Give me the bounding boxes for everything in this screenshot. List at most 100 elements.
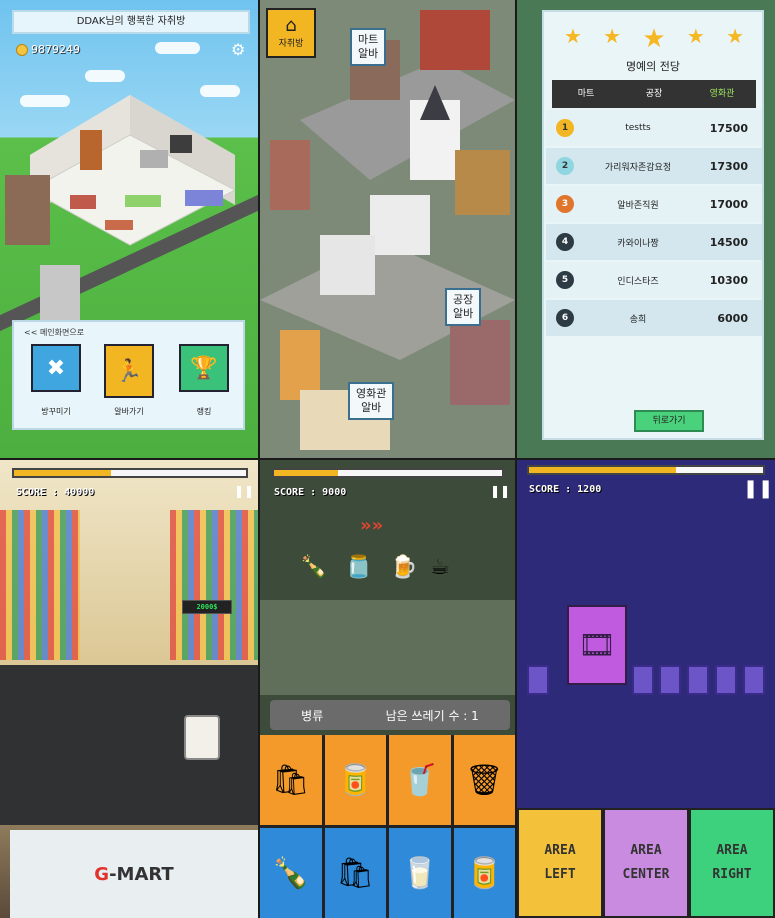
- milk-jug-bin[interactable]: 🥛: [389, 828, 451, 918]
- shelf-right: [170, 510, 258, 660]
- can-lid-bin[interactable]: 🥫: [324, 735, 386, 825]
- brand-g: G: [94, 863, 110, 885]
- rank-name: testts: [625, 123, 651, 133]
- area-label: AREA: [630, 843, 662, 858]
- remaining-count: 남은 쓰레기 수 : 1: [385, 708, 479, 723]
- menu-label: 랭킹: [196, 407, 212, 416]
- area-label: AREA: [716, 843, 748, 858]
- go-to-work-button[interactable]: 🏃 알바가기: [99, 344, 159, 417]
- pause-icon[interactable]: ❚❚: [234, 484, 254, 498]
- jar-item: 🫙: [345, 555, 373, 580]
- cup-bin[interactable]: 🥤: [389, 735, 451, 825]
- pause-icon[interactable]: ❚❚: [490, 484, 510, 498]
- coin-icon: [16, 43, 28, 56]
- cinema-game-screen: SCORE : 1200 ❚❚ 🎞 AREA LEFT AREA CENTER AR…: [517, 460, 775, 918]
- mart-game-screen: SCORE : 40000 ❚❚ 2000$ G -MART: [0, 460, 258, 918]
- factory-game-screen: SCORE : 9000 ❚❚ »» 🍾 🫙 🍺 ☕ 병류 남은 쓰레기 수 :…: [260, 460, 515, 918]
- bottle-item: 🍾: [300, 555, 328, 580]
- cinema-seat: [715, 665, 737, 695]
- room-title: DDAK님의 행복한 자취방: [12, 10, 250, 34]
- price-display: 2000$: [182, 600, 232, 614]
- cinema-seat: [527, 665, 549, 695]
- sorting-bins: 🛍 🥫 🥤 🗑 🍾 🛍 🥛 🥫: [260, 735, 515, 918]
- menu-label: 알바가기: [114, 407, 144, 416]
- shelf-left: [0, 510, 80, 660]
- brand-rest: -MART: [109, 863, 174, 885]
- gear-icon[interactable]: ⚙: [231, 40, 245, 59]
- rank-badge: 1: [556, 119, 574, 137]
- glass-bottle-bin[interactable]: 🍾: [260, 828, 322, 918]
- rank-score: 10300: [709, 273, 748, 287]
- progress-bar: [12, 468, 248, 478]
- rank-row: 4 카와이나짱 14500: [546, 224, 762, 260]
- star-icon: ★: [642, 24, 666, 54]
- paper-bag-bin[interactable]: 🛍: [324, 828, 386, 918]
- tab-cinema[interactable]: 영화관: [688, 80, 756, 108]
- ranking-tabs: 마트 공장 영화관: [552, 80, 756, 108]
- rank-name: 가리워자존감요정: [604, 162, 672, 173]
- cloud: [85, 70, 125, 82]
- soda-can-bin[interactable]: 🥫: [453, 828, 515, 918]
- star-rating: ★ ★ ★ ★ ★: [564, 24, 744, 54]
- rank-score: 17300: [709, 159, 748, 173]
- progress-fill: [14, 470, 112, 476]
- ticket-icon: 🎞: [567, 605, 627, 685]
- area-center-button[interactable]: AREA CENTER: [603, 808, 689, 918]
- bottle-item: 🍺: [390, 555, 418, 580]
- trophy-icon: 🏆: [179, 344, 229, 392]
- star-icon: ★: [564, 24, 582, 48]
- tab-mart[interactable]: 마트: [552, 80, 620, 108]
- decorate-room-button[interactable]: ✖ 방꾸미기: [26, 344, 86, 417]
- bubble-label: 영화관: [356, 387, 387, 400]
- building: [5, 175, 50, 245]
- star-icon: ★: [686, 24, 705, 48]
- mart-job-bubble[interactable]: 마트 알바: [350, 28, 387, 66]
- area-left-button[interactable]: AREA LEFT: [517, 808, 603, 918]
- ranking-button[interactable]: 🏆 랭킹: [174, 344, 234, 417]
- rank-badge: 3: [556, 195, 574, 213]
- cloud: [155, 42, 200, 54]
- paper-bag-bin[interactable]: 🛍: [260, 735, 322, 825]
- cinema-seat: [743, 665, 765, 695]
- cinema-seat: [632, 665, 654, 695]
- star-icon: ★: [603, 24, 622, 48]
- tools-icon: ✖: [31, 344, 81, 392]
- back-button[interactable]: 뒤로가기: [634, 410, 704, 432]
- rank-row: 6 송희 6000: [546, 300, 762, 336]
- home-icon: ⌂: [285, 15, 297, 36]
- factory-job-bubble[interactable]: 공장 알바: [445, 288, 482, 326]
- tab-factory[interactable]: 공장: [620, 80, 688, 108]
- rank-badge: 2: [556, 157, 574, 175]
- area-right-button[interactable]: AREA RIGHT: [689, 808, 775, 918]
- building: [40, 265, 80, 325]
- rank-badge: 5: [556, 271, 574, 289]
- rank-name: 인디스타즈: [617, 276, 659, 287]
- bubble-label: 알바: [453, 307, 474, 320]
- hall-title: 명예의 전당: [625, 60, 681, 73]
- main-menu: << 메인화면으로 ✖ 방꾸미기 🏃 알바가기 🏆 랭킹: [12, 320, 245, 430]
- rank-badge: 6: [556, 309, 574, 327]
- home-button[interactable]: ⌂ 자취방: [266, 8, 316, 58]
- rank-name: 카와이나짱: [617, 238, 659, 249]
- bubble-label: 공장: [453, 293, 474, 306]
- room-screen: DDAK님의 행복한 자취방 9879249 ⚙ << 메인화면으로 ✖ 방꾸미…: [0, 0, 258, 458]
- score-label: SCORE : 40000: [16, 487, 95, 498]
- back-to-main-link[interactable]: << 메인화면으로: [24, 327, 84, 338]
- progress-fill: [274, 470, 338, 476]
- area-label: LEFT: [544, 867, 576, 882]
- rank-score: 14500: [709, 235, 748, 249]
- bubble-label: 마트: [358, 33, 379, 46]
- gmart-logo: G -MART: [10, 830, 258, 918]
- cinema-job-bubble[interactable]: 영화관 알바: [348, 382, 395, 420]
- city-map-screen: ⌂ 자취방 마트 알바 공장 알바 영화관 알바: [260, 0, 515, 458]
- rank-name: 송희: [629, 314, 647, 325]
- toilet-paper-product[interactable]: [184, 715, 220, 760]
- progress-bar: [527, 465, 765, 475]
- tin-can-bin[interactable]: 🗑: [453, 735, 515, 825]
- cinema-seat: [687, 665, 709, 695]
- rank-score: 17000: [709, 197, 748, 211]
- area-buttons: AREA LEFT AREA CENTER AREA RIGHT: [517, 808, 775, 918]
- pause-icon[interactable]: ❚❚: [743, 478, 773, 499]
- area-label: AREA: [544, 843, 576, 858]
- remaining-trash-panel: 병류 남은 쓰레기 수 : 1: [270, 700, 510, 730]
